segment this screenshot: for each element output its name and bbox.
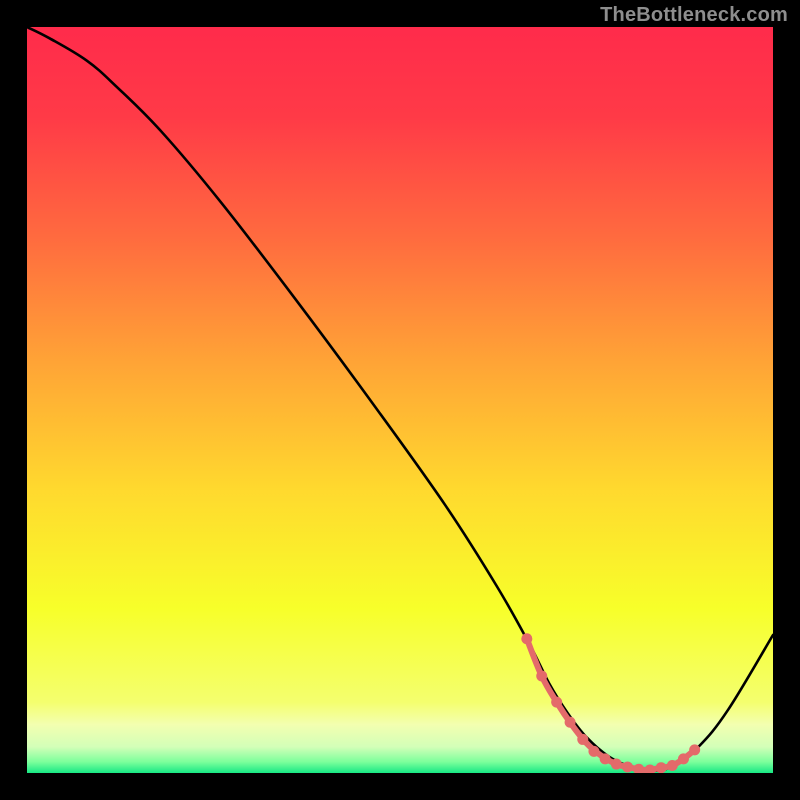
highlight-dot — [521, 633, 532, 644]
highlight-dot — [622, 762, 633, 773]
highlight-dot — [577, 734, 588, 745]
chart-stage: TheBottleneck.com — [0, 0, 800, 800]
bottleneck-chart — [27, 27, 773, 773]
highlight-dot — [689, 744, 700, 755]
gradient-background — [27, 27, 773, 773]
attribution-text: TheBottleneck.com — [600, 4, 788, 27]
highlight-dot — [678, 753, 689, 764]
highlight-dot — [565, 717, 576, 728]
highlight-dot — [667, 760, 678, 771]
highlight-dot — [611, 759, 622, 770]
highlight-dot — [588, 746, 599, 757]
highlight-dot — [656, 762, 667, 773]
highlight-dot — [536, 671, 547, 682]
highlight-dot — [600, 753, 611, 764]
highlight-dot — [551, 697, 562, 708]
